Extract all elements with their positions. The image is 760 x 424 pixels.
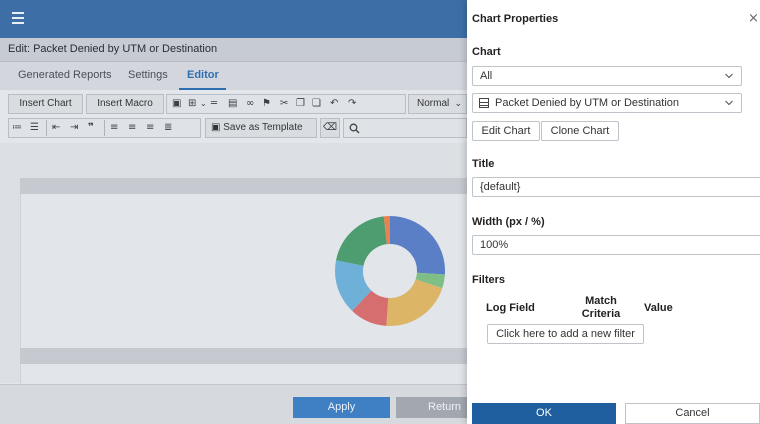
clear-format-icon: ⌫ [322,122,338,133]
copy-icon[interactable]: ❐ [296,97,305,111]
chart-section-footer [20,348,467,364]
editor-toolbar-row-1: Insert Chart Insert Macro ▣ ⊞ ⌄ ═ ▤ ∞ ⚑ … [8,94,467,116]
insert-macro-button[interactable]: Insert Macro [86,94,164,114]
blockquote-icon[interactable]: ❞ [88,121,94,135]
active-tab-indicator [179,88,226,90]
horizontal-rule-icon[interactable]: ═ [211,97,217,111]
title-input[interactable]: {default} [472,177,760,197]
chart-section-header [20,178,467,194]
clone-chart-button[interactable]: Clone Chart [541,121,619,141]
format-select[interactable]: Normal ⌄ [408,94,467,114]
filters-section-label: Filters [472,274,506,286]
numbered-list-icon[interactable]: ≔ [12,121,22,135]
cut-icon[interactable]: ✂ [280,97,288,111]
editor-toolbar-row-2: ≔ ☰ ⇤ ⇥ ❞ ≡ ≡ ≡ ≣ ▣ Save as Template ⌫ [8,118,467,140]
table-icon[interactable]: ⊞ [188,97,196,111]
return-button[interactable]: Return [396,397,467,418]
search-icon [349,123,360,134]
outdent-icon[interactable]: ⇤ [52,121,60,135]
editor-title: Edit: Packet Denied by UTM or Destinatio… [8,43,218,55]
save-icon: ▣ [211,122,221,133]
hamburger-menu-icon[interactable] [12,12,24,24]
link-icon[interactable]: ∞ [246,97,254,111]
editor-title-bar: Edit: Packet Denied by UTM or Destinatio… [0,38,467,62]
tab-generated-reports[interactable]: Generated Reports [18,69,112,81]
chart-category-value: All [480,70,493,82]
align-center-icon[interactable]: ≡ [128,121,136,135]
table-chart-icon [479,98,489,108]
save-as-template-button[interactable]: ▣ Save as Template [205,118,317,138]
editor-search-input[interactable] [343,118,467,138]
title-input-value: {default} [480,181,521,193]
chart-select-value: Packet Denied by UTM or Destination [495,97,680,109]
cancel-button[interactable]: Cancel [625,403,760,424]
chart-properties-panel: Chart Properties × Chart All Packet Deni… [467,0,760,424]
editor-tabs: Generated Reports Settings Editor [0,62,467,90]
save-as-template-label: Save as Template [223,122,303,133]
undo-icon[interactable]: ↶ [330,97,338,111]
ok-button[interactable]: OK [472,403,616,424]
page-break-icon[interactable]: ▤ [228,97,237,111]
format-select-value: Normal [417,98,450,109]
panel-title: Chart Properties [472,13,559,25]
clear-format-button[interactable]: ⌫ [320,118,340,138]
tab-editor[interactable]: Editor [187,69,219,81]
chart-section-label: Chart [472,46,501,58]
apply-button[interactable]: Apply [293,397,390,418]
add-filter-button[interactable]: Click here to add a new filter [487,324,644,344]
separator [46,120,47,136]
bullet-list-icon[interactable]: ☰ [30,121,39,135]
align-justify-icon[interactable]: ≣ [164,121,172,135]
width-input-value: 100% [480,239,509,251]
flag-icon[interactable]: ⚑ [262,97,271,111]
close-icon[interactable]: × [748,12,759,25]
indent-icon[interactable]: ⇥ [70,121,78,135]
edit-chart-button[interactable]: Edit Chart [472,121,540,141]
image-icon[interactable]: ▣ [172,97,181,111]
chart-preview-donut [335,216,445,326]
insert-chart-button[interactable]: Insert Chart [8,94,83,114]
report-body-bottom [20,364,467,384]
width-section-label: Width (px / %) [472,216,545,228]
chart-select[interactable]: Packet Denied by UTM or Destination [472,93,742,113]
paste-icon[interactable]: ❏ [312,97,321,111]
redo-icon[interactable]: ↷ [348,97,356,111]
chart-category-select[interactable]: All [472,66,742,86]
chevron-down-icon [725,100,733,106]
top-bar [0,0,467,38]
align-left-icon[interactable]: ≡ [110,121,118,135]
filter-column-log-field: Log Field [486,302,535,314]
tab-settings[interactable]: Settings [128,69,168,81]
separator [104,120,105,136]
filter-column-value: Value [644,302,673,314]
chevron-down-icon [725,73,733,79]
title-section-label: Title [472,158,495,170]
filter-column-match-criteria: Match Criteria [581,295,621,320]
align-right-icon[interactable]: ≡ [146,121,154,135]
width-input[interactable]: 100% [472,235,760,255]
format-chevron-icon: ⌄ [454,99,462,109]
report-editor: Edit: Packet Denied by UTM or Destinatio… [0,0,467,424]
chevron-down-icon[interactable]: ⌄ [200,97,207,111]
